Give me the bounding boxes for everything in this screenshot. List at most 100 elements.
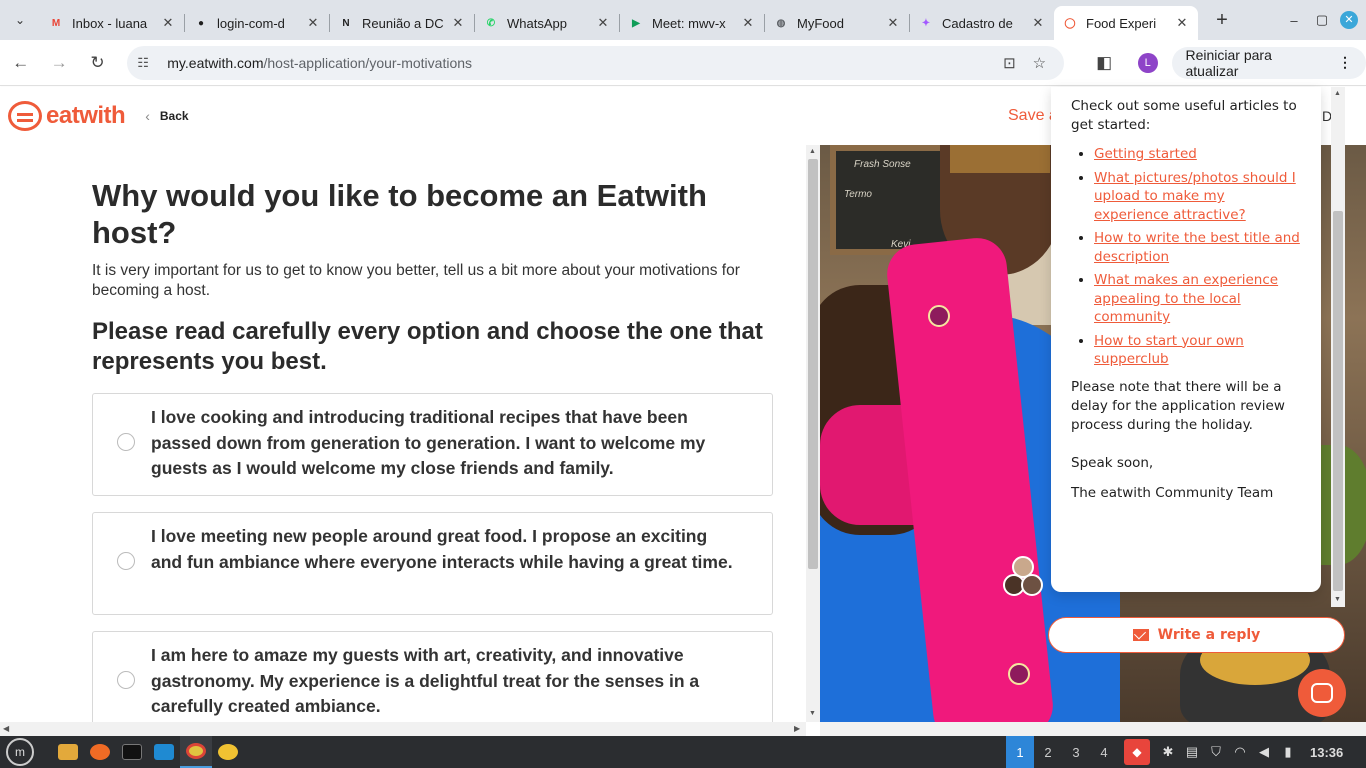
scroll-down-icon[interactable]: ▼ bbox=[809, 710, 816, 717]
mint-menu-icon[interactable]: m bbox=[6, 738, 34, 766]
clock[interactable]: 13:36 bbox=[1310, 745, 1343, 760]
browser-tab[interactable]: N Reunião a DC ✕ bbox=[330, 6, 474, 40]
files-icon[interactable] bbox=[52, 736, 84, 768]
photo-horizontal-scrollbar[interactable] bbox=[820, 722, 1366, 736]
browser-tab-bar: ⌄ M Inbox - luana ✕ ● login-com-d ✕ N Reunião a… bbox=[0, 0, 1366, 40]
intro-text: It is very important for us to get to kn… bbox=[92, 262, 740, 299]
close-tab-icon[interactable]: ✕ bbox=[1030, 15, 1046, 31]
scroll-right-icon[interactable]: ▶ bbox=[794, 724, 800, 733]
address-bar[interactable]: ☷ my.eatwith.com/host-application/your-m… bbox=[127, 45, 1065, 80]
article-link[interactable]: Getting started bbox=[1094, 146, 1197, 162]
scarf-embroidery bbox=[928, 305, 950, 327]
avatar bbox=[1021, 574, 1043, 596]
github-icon: ● bbox=[197, 17, 205, 29]
tab-search-chevron-icon[interactable]: ⌄ bbox=[0, 0, 40, 40]
tab-title: Inbox - luana bbox=[72, 15, 148, 31]
workspace-button[interactable]: 2 bbox=[1034, 736, 1062, 768]
chat-launcher-button[interactable] bbox=[1298, 669, 1346, 717]
article-item: How to write the best title and descript… bbox=[1094, 229, 1303, 266]
git-app-icon[interactable]: ◆ bbox=[1124, 739, 1150, 765]
os-taskbar: m 1 2 3 4 ◆ ✱ ▤ ⛉ ◠ ◀ ▮ 13:36 bbox=[0, 736, 1366, 768]
window-controls: – ▢ ✕ bbox=[1280, 0, 1366, 40]
write-reply-button[interactable]: Write a reply bbox=[1048, 617, 1345, 653]
browser-tab[interactable]: ✆ WhatsApp ✕ bbox=[475, 6, 619, 40]
close-tab-icon[interactable]: ✕ bbox=[740, 15, 756, 31]
power-tool-icon[interactable] bbox=[212, 736, 244, 768]
battery-icon[interactable]: ▮ bbox=[1276, 744, 1300, 760]
main-vertical-scrollbar[interactable]: ▲ ▼ bbox=[806, 145, 820, 722]
workspace-button[interactable]: 3 bbox=[1062, 736, 1090, 768]
notion-icon: N bbox=[342, 17, 350, 29]
close-tab-icon[interactable]: ✕ bbox=[885, 15, 901, 31]
side-panel-icon[interactable]: ◧ bbox=[1086, 45, 1121, 81]
bluetooth-icon[interactable]: ✱ bbox=[1156, 744, 1180, 760]
scroll-up-icon[interactable]: ▲ bbox=[1334, 90, 1341, 97]
more-menu-icon[interactable]: ⋮ bbox=[1338, 54, 1352, 71]
eatwith-logo[interactable]: eatwith bbox=[8, 101, 126, 131]
article-link[interactable]: What pictures/photos should I upload to … bbox=[1094, 170, 1296, 223]
chat-message: Check out some useful articles to get st… bbox=[1071, 97, 1303, 503]
browser-tab[interactable]: ◍ MyFood ✕ bbox=[765, 6, 909, 40]
update-button[interactable]: Reiniciar para atualizar ⋮ bbox=[1171, 46, 1366, 79]
scrollbar-thumb[interactable] bbox=[808, 159, 818, 569]
profile-avatar[interactable]: L bbox=[1137, 52, 1158, 73]
scroll-left-icon[interactable]: ◀ bbox=[3, 724, 9, 733]
scroll-up-icon[interactable]: ▲ bbox=[809, 148, 816, 155]
wifi-icon[interactable]: ◠ bbox=[1228, 744, 1252, 760]
motivation-option[interactable]: I love cooking and introducing tradition… bbox=[92, 393, 773, 496]
scroll-down-icon[interactable]: ▼ bbox=[1334, 596, 1341, 603]
main-horizontal-scrollbar[interactable]: ◀ ▶ bbox=[0, 722, 806, 736]
radio-button[interactable] bbox=[117, 671, 135, 689]
clipboard-icon[interactable]: ▤ bbox=[1180, 744, 1204, 760]
back-link[interactable]: ‹ Back bbox=[145, 108, 188, 124]
chevron-left-icon: ‹ bbox=[145, 108, 150, 124]
browser-tab[interactable]: ▶ Meet: mwv-x ✕ bbox=[620, 6, 764, 40]
envelope-icon bbox=[1132, 629, 1149, 641]
radio-button[interactable] bbox=[117, 433, 135, 451]
close-tab-icon[interactable]: ✕ bbox=[305, 15, 321, 31]
tab-title: Food Experi bbox=[1086, 15, 1157, 31]
back-arrow-icon[interactable]: ← bbox=[3, 45, 38, 81]
close-window-icon[interactable]: ✕ bbox=[1340, 11, 1358, 29]
workspace-button[interactable]: 4 bbox=[1090, 736, 1118, 768]
browser-tab[interactable]: ◯ Food Experi ✕ bbox=[1054, 6, 1198, 40]
browser-tab[interactable]: ✦ Cadastro de ✕ bbox=[910, 6, 1054, 40]
chat-scrollbar[interactable]: ▲ ▼ bbox=[1331, 87, 1345, 607]
close-tab-icon[interactable]: ✕ bbox=[450, 15, 466, 31]
tab-title: login-com-d bbox=[217, 15, 285, 31]
install-app-icon[interactable]: ⊡ bbox=[994, 54, 1024, 72]
bookmark-star-icon[interactable]: ☆ bbox=[1024, 54, 1054, 72]
motivation-option[interactable]: I love meeting new people around great f… bbox=[92, 512, 773, 615]
url-domain: my.eatwith.com bbox=[167, 54, 264, 71]
new-tab-button[interactable]: + bbox=[1206, 4, 1238, 36]
forward-arrow-icon[interactable]: → bbox=[41, 45, 76, 81]
shield-icon[interactable]: ⛉ bbox=[1204, 744, 1228, 760]
motivation-option[interactable]: I am here to amaze my guests with art, c… bbox=[92, 631, 773, 722]
close-tab-icon[interactable]: ✕ bbox=[160, 15, 176, 31]
figma-icon: ✦ bbox=[921, 17, 931, 29]
article-link[interactable]: How to write the best title and descript… bbox=[1094, 230, 1300, 265]
site-info-icon[interactable]: ☷ bbox=[137, 55, 161, 71]
browser-tab[interactable]: M Inbox - luana ✕ bbox=[40, 6, 184, 40]
radio-button[interactable] bbox=[117, 552, 135, 570]
article-link[interactable]: How to start your own supperclub bbox=[1094, 333, 1244, 368]
close-tab-icon[interactable]: ✕ bbox=[595, 15, 611, 31]
volume-icon[interactable]: ◀ bbox=[1252, 744, 1276, 760]
url-text[interactable]: my.eatwith.com/host-application/your-mot… bbox=[167, 55, 994, 71]
browser-tab[interactable]: ● login-com-d ✕ bbox=[185, 6, 329, 40]
article-item: How to start your own supperclub bbox=[1094, 332, 1303, 369]
article-link[interactable]: What makes an experience appealing to th… bbox=[1094, 272, 1278, 325]
terminal-icon[interactable] bbox=[116, 736, 148, 768]
firefox-icon[interactable] bbox=[84, 736, 116, 768]
scrollbar-thumb[interactable] bbox=[1333, 211, 1343, 591]
minimize-icon[interactable]: – bbox=[1280, 13, 1308, 28]
maximize-icon[interactable]: ▢ bbox=[1308, 12, 1336, 28]
vscode-icon[interactable] bbox=[148, 736, 180, 768]
tab-title: Cadastro de bbox=[942, 15, 1013, 31]
reload-icon[interactable]: ↻ bbox=[80, 45, 115, 81]
chat-signature: The eatwith Community Team bbox=[1071, 484, 1274, 501]
option-label: I love meeting new people around great f… bbox=[151, 526, 733, 572]
workspace-button[interactable]: 1 bbox=[1006, 736, 1034, 768]
chrome-icon[interactable] bbox=[180, 736, 212, 768]
close-tab-icon[interactable]: ✕ bbox=[1174, 15, 1190, 31]
